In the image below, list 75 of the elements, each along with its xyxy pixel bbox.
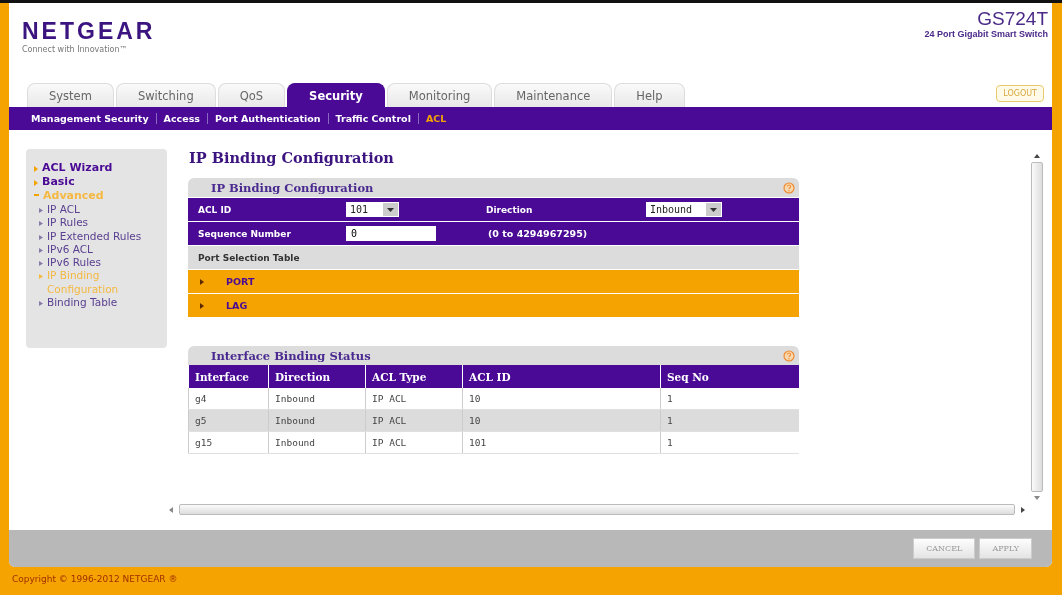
nav-tab[interactable]: Monitoring: [386, 83, 493, 107]
table-cell: IP ACL: [365, 431, 463, 454]
sidebar-item[interactable]: ACL Wizard: [42, 161, 113, 175]
bullet-icon: [39, 274, 43, 280]
subnav-link[interactable]: Management Security: [31, 113, 149, 124]
table-cell: 10: [462, 388, 661, 410]
table-cell: IP ACL: [365, 388, 463, 410]
table-cell: g5: [188, 409, 269, 432]
copyright-text: Copyright © 1996-2012 NETGEAR ®: [11, 573, 179, 584]
acl-id-select[interactable]: 101: [346, 202, 399, 217]
nav-tab[interactable]: Switching: [115, 83, 216, 107]
table-cell: g4: [188, 388, 269, 410]
scroll-up-icon[interactable]: [1033, 154, 1040, 158]
help-icon[interactable]: [783, 349, 795, 362]
scroll-down-icon[interactable]: [1033, 496, 1040, 500]
subnav-link[interactable]: Traffic Control: [335, 113, 411, 124]
column-header: Seq No: [660, 365, 799, 388]
table-caption: Port Selection Table: [198, 252, 300, 263]
bullet-icon: [39, 261, 43, 267]
column-header: ACL ID: [462, 365, 661, 388]
panel-title: IP Binding Configuration: [211, 180, 374, 195]
bullet-icon: [39, 301, 43, 307]
dropdown-arrow-icon: [387, 207, 394, 212]
nav-tab[interactable]: Help: [614, 83, 685, 107]
nav-tab[interactable]: Security: [287, 83, 385, 107]
table-cell: Inbound: [268, 388, 366, 410]
range-hint: (0 to 4294967295): [488, 228, 588, 239]
expandable-row[interactable]: LAG: [188, 293, 799, 317]
model-name: GS724T: [977, 9, 1048, 29]
sidebar-subitem[interactable]: IP ACL: [47, 203, 165, 217]
bullet-icon: [39, 208, 43, 213]
subnav-link[interactable]: Access: [163, 113, 200, 124]
horizontal-scrollbar[interactable]: [169, 503, 1025, 516]
sidebar-subitem[interactable]: IP Rules: [47, 216, 165, 230]
column-header: ACL Type: [365, 365, 463, 388]
sidebar-item[interactable]: Basic: [42, 175, 75, 189]
sidebar-subitem[interactable]: IP Extended Rules: [47, 229, 165, 243]
model-description: 24 Port Gigabit Smart Switch: [924, 29, 1048, 39]
column-header: Interface: [188, 365, 269, 388]
table-cell: IP ACL: [365, 409, 463, 432]
table-cell: 1: [660, 409, 799, 432]
nav-tab[interactable]: System: [27, 83, 114, 107]
scroll-right-icon[interactable]: [1021, 506, 1025, 513]
vertical-scrollbar[interactable]: [1030, 154, 1043, 500]
sequence-number-field[interactable]: 0: [346, 226, 436, 241]
table-cell: 1: [660, 388, 799, 410]
table-cell: 10: [462, 409, 661, 432]
panel-title: Interface Binding Status: [211, 348, 371, 363]
nav-tab[interactable]: Maintenance: [494, 83, 613, 107]
subnav-link[interactable]: ACL: [425, 113, 447, 124]
table-cell: g15: [188, 431, 269, 454]
field-label: Direction: [486, 204, 534, 215]
page-title: IP Binding Configuration: [189, 149, 394, 166]
table-cell: Inbound: [268, 409, 366, 432]
direction-select[interactable]: Inbound: [646, 202, 722, 217]
expandable-row[interactable]: PORT: [188, 269, 799, 293]
dropdown-arrow-icon: [710, 207, 717, 212]
table-cell: 1: [660, 431, 799, 454]
bullet-icon: [39, 221, 43, 227]
table-cell: 101: [462, 431, 661, 454]
sidebar-subitem[interactable]: IPv6 ACL: [47, 242, 165, 257]
tagline: Connect with Innovation™: [22, 45, 129, 54]
subnav-link[interactable]: Port Authentication: [214, 113, 321, 124]
help-icon[interactable]: [783, 181, 795, 194]
bullet-icon: [39, 247, 43, 253]
nav-tab[interactable]: QoS: [217, 83, 286, 107]
sidebar-subitem[interactable]: Binding Table: [47, 296, 165, 310]
sidebar-subitem[interactable]: IPv6 Rules: [47, 256, 165, 270]
netgear-logo: NETGEAR: [22, 19, 156, 43]
field-label: Sequence Number: [198, 228, 292, 239]
scroll-left-icon[interactable]: [169, 506, 173, 513]
table-cell: Inbound: [268, 431, 366, 454]
field-label: ACL ID: [198, 204, 233, 215]
column-header: Direction: [268, 365, 366, 388]
bullet-icon: [39, 234, 43, 240]
